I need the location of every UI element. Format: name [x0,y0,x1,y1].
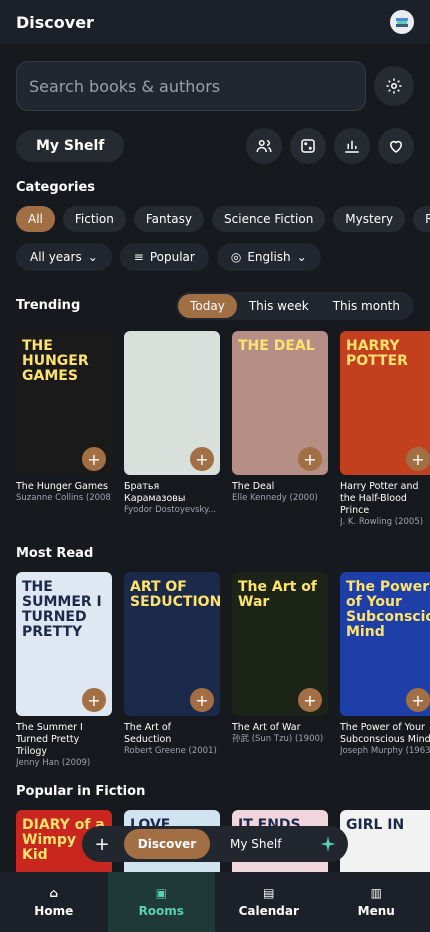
search-row: Search books & authors [16,60,414,112]
book-card[interactable]: THE HUNGER GAMES + The Hunger Games Suzan… [16,331,112,528]
shelf-icon-group [246,128,414,164]
tab-home-label: Home [34,904,74,918]
add-icon[interactable]: + [406,447,430,471]
my-shelf-button[interactable]: My Shelf [16,130,125,162]
book-meta: Jenny Han (2009) [16,758,91,768]
book-title: The Art of War [232,722,301,733]
plus-icon[interactable]: + [88,830,116,858]
gear-icon[interactable] [374,66,414,106]
book-open-icon: ▥ [370,886,382,900]
book-title: Братья Карамазовы [124,481,186,504]
language-filter[interactable]: ◎ English ⌄ [216,243,321,271]
trending-row: THE HUNGER GAMES + The Hunger Games Suzan… [16,331,430,528]
tab-calendar[interactable]: ▤ Calendar [215,872,323,932]
categories-title: Categories [16,180,96,195]
book-title: The Hunger Games [16,481,108,492]
my-shelf-link[interactable]: My Shelf [230,837,281,851]
globe-icon: ◎ [230,250,242,264]
add-icon[interactable]: + [82,447,106,471]
book-meta: Joseph Murphy (1963) [340,746,430,756]
add-icon[interactable]: + [298,447,322,471]
book-title: Harry Potter and the Half-Blood Prince [340,481,419,516]
book-card[interactable]: The Art of War + The Art of War 孙武 (Sun T… [232,572,328,769]
book-card[interactable]: + Братья Карамазовы Fyodor Dostoyevsky..… [124,331,220,528]
book-title: The Art of Seduction [124,722,172,745]
book-meta: 孙武 (Sun Tzu) (1900) [232,734,324,744]
add-icon[interactable]: + [298,688,322,712]
shelf-row: My Shelf [16,128,414,164]
book-title: The Deal [232,481,275,492]
book-card[interactable]: The Power of Your Subconscious Mind+ The… [340,572,430,769]
discover-button[interactable]: Discover [124,829,210,859]
book-meta: Suzanne Collins (2008) [16,493,112,503]
heart-icon[interactable] [378,128,414,164]
most-read-title: Most Read [16,546,94,561]
chevron-down-icon: ⌄ [296,250,307,264]
book-cover: The Art of War + [232,572,328,716]
sort-icon: ≡ [133,250,144,264]
add-icon[interactable]: + [406,688,430,712]
add-icon[interactable]: + [82,688,106,712]
book-cover: THE DEAL + [232,331,328,475]
tab-rooms-label: Rooms [138,904,184,918]
calendar-icon: ▤ [263,886,275,900]
tab-rooms[interactable]: ▣ Rooms [107,872,215,932]
book-stack-icon[interactable] [390,10,414,34]
floating-nav: + Discover My Shelf [82,826,348,862]
book-title: The Power of Your Subconscious Mind [340,722,430,745]
tab-calendar-label: Calendar [238,904,299,918]
language-filter-label: English [247,250,291,264]
years-filter[interactable]: All years ⌄ [16,243,112,271]
chip-fantasy[interactable]: Fantasy [133,206,205,232]
most-read-row: THE SUMMER I TURNED PRETTY + The Summer I… [16,572,430,769]
trending-period-tabs: Today This week This month [176,292,414,320]
tab-this-week[interactable]: This week [237,294,321,318]
tab-menu-label: Menu [357,904,395,918]
page-title: Discover [16,12,94,32]
book-title: The Summer I Turned Pretty Trilogy [16,722,83,757]
chip-fiction[interactable]: Fiction [62,206,126,232]
popular-fiction-title: Popular in Fiction [16,784,146,799]
dice-icon[interactable] [290,128,326,164]
book-cover: HARRY POTTER + [340,331,430,475]
search-input[interactable]: Search books & authors [16,61,366,111]
tab-today[interactable]: Today [178,294,237,318]
book-cover: The Power of Your Subconscious Mind+ [340,572,430,716]
book-card[interactable]: THE SUMMER I TURNED PRETTY + The Summer I… [16,572,112,769]
home-icon: ⌂ [49,886,59,900]
tab-this-month[interactable]: This month [321,294,412,318]
book-cover: ART OF SEDUCTION + [124,572,220,716]
rooms-icon: ▣ [155,886,167,900]
category-chips: All Fiction Fantasy Science Fiction Myst… [16,206,430,232]
book-cover: THE SUMMER I TURNED PRETTY + [16,572,112,716]
sort-filter[interactable]: ≡ Popular [119,243,209,271]
chip-more[interactable]: R [413,206,430,232]
book-meta: Fyodor Dostoyevsky... [124,505,217,515]
chevron-down-icon: ⌄ [87,250,98,264]
chip-science-fiction[interactable]: Science Fiction [212,206,326,232]
book-card[interactable]: HARRY POTTER + Harry Potter and the Half-… [340,331,430,528]
book-meta: Elle Kennedy (2000) [232,493,318,503]
filters-row: All years ⌄ ≡ Popular ◎ English ⌄ [16,243,321,271]
book-meta: J. K. Rowling (2005) [340,517,424,527]
book-meta: Robert Greene (2001) [124,746,217,756]
sparkle-icon[interactable] [314,830,342,858]
sort-filter-label: Popular [149,250,195,264]
add-icon[interactable]: + [190,447,214,471]
book-card[interactable]: THE DEAL + The Deal Elle Kennedy (2000) [232,331,328,528]
chip-mystery[interactable]: Mystery [333,206,406,232]
add-icon[interactable]: + [190,688,214,712]
book-cover: THE HUNGER GAMES + [16,331,112,475]
book-cover: + [124,331,220,475]
years-filter-label: All years [30,250,82,264]
app-header: Discover [0,0,430,44]
bottom-nav: ⌂ Home ▣ Rooms ▤ Calendar ▥ Menu [0,872,430,932]
bar-chart-icon[interactable] [334,128,370,164]
tab-home[interactable]: ⌂ Home [0,872,108,932]
people-icon[interactable] [246,128,282,164]
trending-title: Trending [16,298,81,313]
chip-all[interactable]: All [16,206,55,232]
book-card[interactable]: ART OF SEDUCTION + The Art of Seduction R… [124,572,220,769]
tab-menu[interactable]: ▥ Menu [323,872,430,932]
